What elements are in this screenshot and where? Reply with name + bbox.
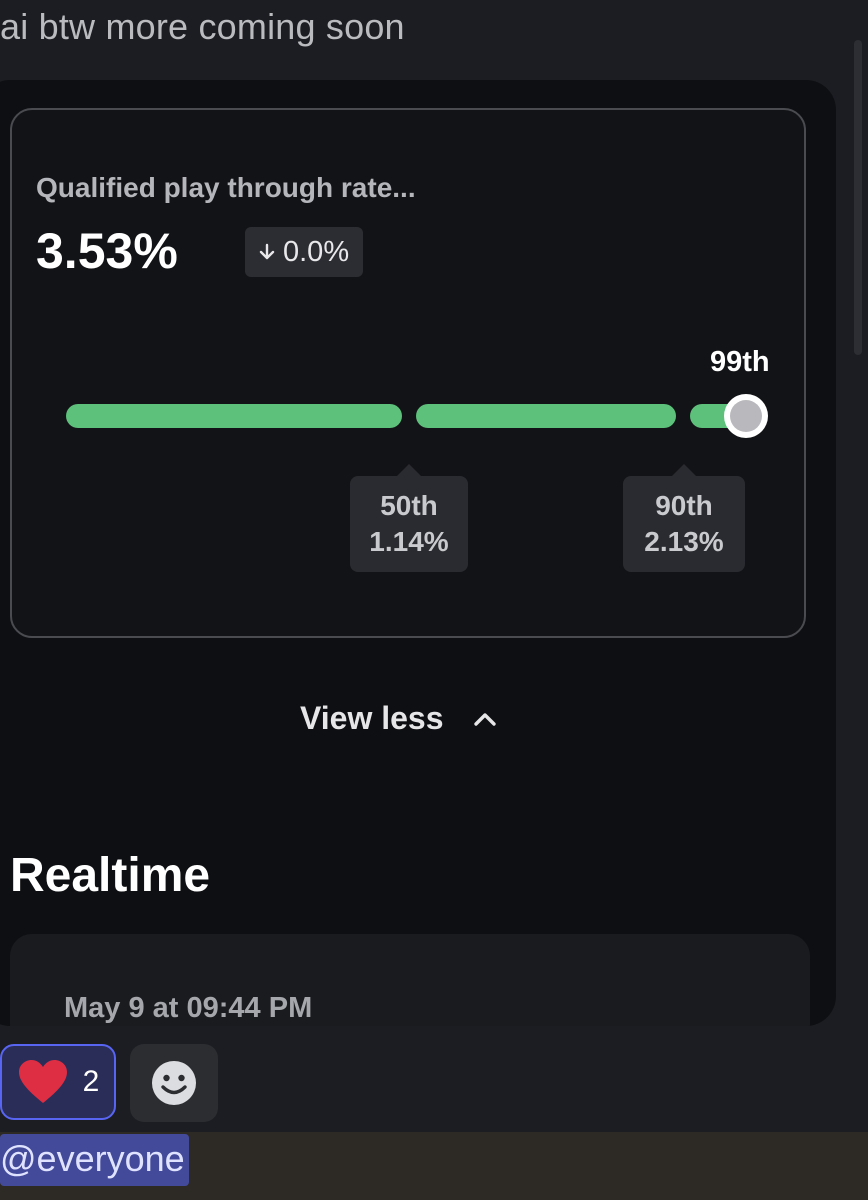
- percentile-knob: [724, 394, 768, 438]
- add-reaction-button[interactable]: [130, 1044, 218, 1122]
- benchmark-value: 2.13%: [644, 526, 724, 557]
- realtime-card: May 9 at 09:44 PM: [10, 934, 810, 1026]
- realtime-heading: Realtime: [10, 849, 211, 902]
- percentile-bar-segment: [66, 404, 402, 428]
- heart-reaction-button[interactable]: 2: [0, 1044, 116, 1120]
- reaction-count: 2: [82, 1065, 100, 1098]
- benchmark-percentile: 50th: [380, 490, 438, 521]
- heart-emoji-icon: [18, 1060, 67, 1103]
- smiley-add-reaction-icon: [152, 1061, 196, 1105]
- metric-title: Qualified play through rate...: [36, 172, 416, 203]
- benchmark-tooltip-50th: 50th 1.14%: [350, 476, 468, 572]
- delta-value: 0.0%: [283, 235, 350, 268]
- percentile-bar-segment: [416, 404, 676, 428]
- benchmark-percentile: 90th: [655, 490, 713, 521]
- benchmark-tooltip-90th: 90th 2.13%: [623, 476, 745, 572]
- arrow-down-icon: [259, 243, 275, 260]
- view-less-button[interactable]: View less: [300, 700, 498, 737]
- scrollbar[interactable]: [854, 40, 862, 355]
- benchmark-value: 1.14%: [369, 526, 449, 557]
- current-percentile-label: 99th: [710, 346, 770, 378]
- view-less-label: View less: [300, 700, 444, 736]
- chevron-up-icon: [473, 712, 496, 726]
- metric-value: 3.53%: [36, 223, 178, 279]
- attached-screenshot[interactable]: Qualified play through rate... 3.53% 0.0…: [0, 80, 836, 1026]
- everyone-mention[interactable]: @everyone: [0, 1134, 189, 1186]
- discord-message-view: ai btw more coming soon Qualified play t…: [0, 0, 868, 1200]
- delta-badge: 0.0%: [245, 227, 364, 277]
- message-text: ai btw more coming soon: [0, 6, 405, 47]
- realtime-timestamp: May 9 at 09:44 PM: [64, 992, 313, 1024]
